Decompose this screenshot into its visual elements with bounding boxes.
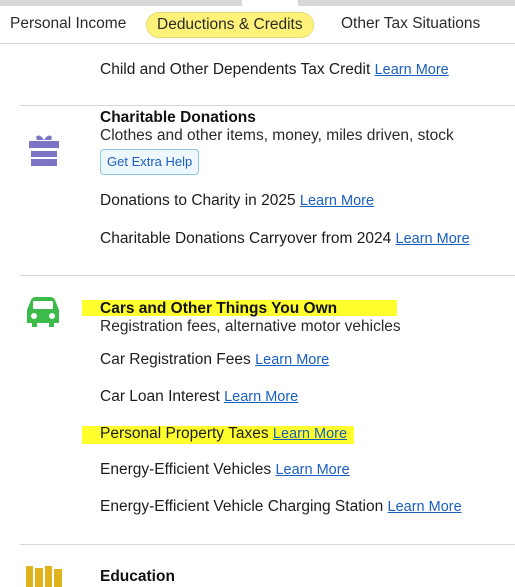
car-icon [25,296,61,333]
books-icon [26,566,64,587]
child-dependents-learn-more-link[interactable]: Learn More [375,62,449,78]
tab-other-tax-situations[interactable]: Other Tax Situations [341,15,480,33]
charitable-carryover-label: Charitable Donations Carryover from 2024 [100,230,392,247]
tab-deductions-credits[interactable]: Deductions & Credits [146,12,314,38]
cars-section-subtitle: Registration fees, alternative motor veh… [100,318,401,335]
charitable-donations-title: Charitable Donations [100,109,256,126]
gift-icon [28,133,60,172]
personal-property-taxes-learn-more-link[interactable]: Learn More [273,426,347,442]
energy-efficient-vehicles-label: Energy-Efficient Vehicles [100,461,272,478]
cars-section-title: Cars and Other Things You Own [100,300,338,317]
divider [20,544,515,545]
charitable-donations-subtitle: Clothes and other items, money, miles dr… [100,127,454,144]
charging-station-label: Energy-Efficient Vehicle Charging Statio… [100,498,384,515]
charitable-carryover-learn-more-link[interactable]: Learn More [396,231,470,247]
category-tabs: Personal Income Deductions & Credits Oth… [0,6,515,44]
education-section-title: Education [100,568,175,585]
divider [20,105,515,106]
list-item-charging-station: Energy-Efficient Vehicle Charging Statio… [100,498,462,516]
car-registration-label: Car Registration Fees [100,351,251,368]
tab-personal-income[interactable]: Personal Income [10,15,126,33]
car-loan-interest-learn-more-link[interactable]: Learn More [224,389,298,405]
list-item-energy-efficient-vehicles: Energy-Efficient Vehicles Learn More [100,461,350,479]
list-item-personal-property-taxes: Personal Property Taxes Learn More [100,425,347,443]
list-item-child-dependents: Child and Other Dependents Tax Credit Le… [100,61,449,79]
divider [20,275,515,276]
list-item-car-registration: Car Registration Fees Learn More [100,351,329,369]
charging-station-learn-more-link[interactable]: Learn More [388,499,462,515]
car-loan-interest-label: Car Loan Interest [100,388,220,405]
child-dependents-label: Child and Other Dependents Tax Credit [100,61,371,78]
list-item-charitable-carryover: Charitable Donations Carryover from 2024… [100,230,470,248]
car-registration-learn-more-link[interactable]: Learn More [255,352,329,368]
list-item-car-loan-interest: Car Loan Interest Learn More [100,388,298,406]
energy-efficient-vehicles-learn-more-link[interactable]: Learn More [275,462,349,478]
list-item-donations-to-charity: Donations to Charity in 2025 Learn More [100,192,374,210]
personal-property-taxes-label: Personal Property Taxes [100,425,269,442]
donations-to-charity-learn-more-link[interactable]: Learn More [300,193,374,209]
donations-to-charity-label: Donations to Charity in 2025 [100,192,296,209]
get-extra-help-button[interactable]: Get Extra Help [100,149,200,175]
